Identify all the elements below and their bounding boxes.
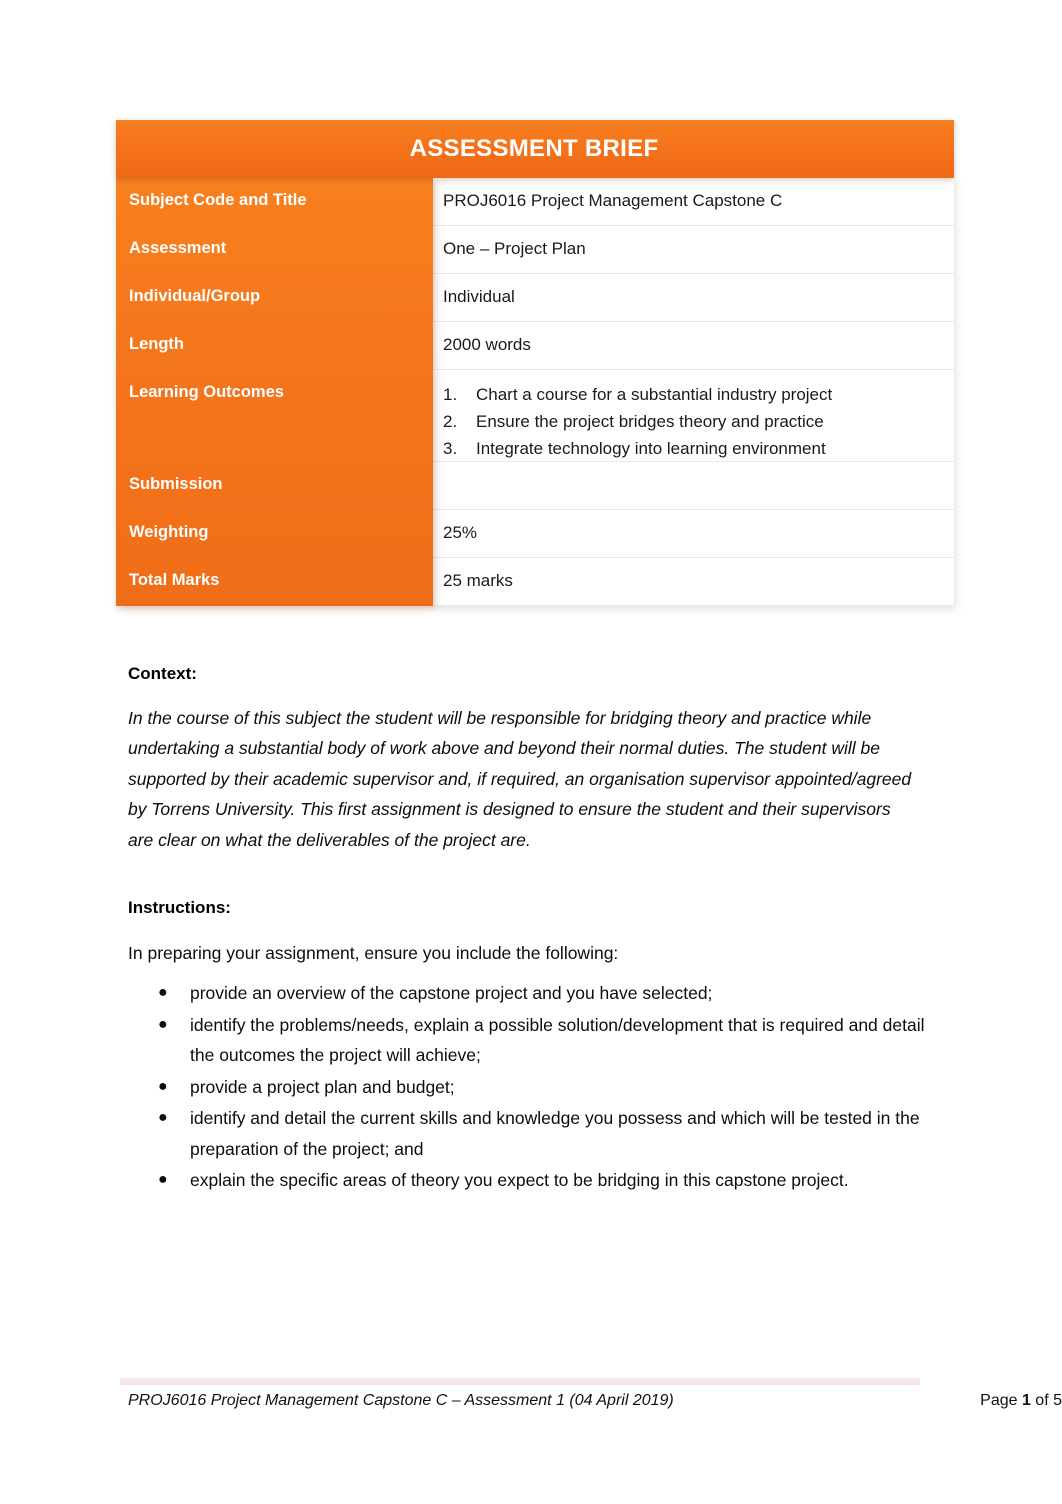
bullet-icon: ●	[158, 1171, 168, 1188]
bullet-icon: ●	[158, 1109, 168, 1126]
footer-page-prefix: Page	[980, 1392, 1022, 1409]
brief-row-label: Individual/Group	[129, 287, 261, 305]
brief-row-value: Individual	[433, 274, 954, 322]
footer-document-title: PROJ6016 Project Management Capstone C –…	[128, 1392, 674, 1409]
bullet-icon: ●	[158, 984, 168, 1001]
instructions-heading: Instructions:	[128, 898, 231, 917]
brief-value-column: PROJ6016 Project Management Capstone C On…	[433, 178, 954, 606]
brief-row-value: 2000 words	[433, 322, 954, 370]
context-paragraph: In the course of this subject the studen…	[128, 708, 912, 850]
footer-page-suffix: of 5	[1030, 1392, 1062, 1409]
learning-outcome-text: Integrate technology into learning envir…	[476, 438, 826, 458]
brief-row-label: Length	[129, 335, 184, 353]
brief-row-label: Assessment	[129, 239, 227, 257]
assessment-brief-header: ASSESSMENT BRIEF	[116, 120, 954, 178]
brief-row-value: One – Project Plan	[433, 226, 954, 274]
instructions-bullet-list: ● provide an overview of the capstone pro…	[128, 978, 928, 1196]
instruction-item-text: explain the specific areas of theory you…	[190, 1170, 849, 1190]
brief-row-value: 1. Chart a course for a substantial indus…	[433, 370, 954, 462]
learning-outcome-number: 1.	[443, 385, 458, 404]
brief-row-value: PROJ6016 Project Management Capstone C	[433, 178, 954, 226]
footer-page-indicator: Page 1 of 5	[980, 1392, 1062, 1410]
learning-outcome-item: 1. Chart a course for a substantial indus…	[443, 382, 944, 409]
brief-row-value: 25%	[433, 510, 954, 558]
assessment-brief-table: ASSESSMENT BRIEF Subject Code and Title A…	[116, 120, 954, 606]
brief-row-label: Submission	[129, 475, 223, 493]
context-heading-wrap: Context:	[128, 664, 918, 684]
footer-page-number: 1	[1021, 1392, 1031, 1409]
instruction-item: ● explain the specific areas of theory yo…	[128, 1165, 928, 1196]
footer-divider	[120, 1378, 920, 1385]
assessment-brief-title: ASSESSMENT BRIEF	[409, 135, 659, 162]
instruction-item: ● identify and detail the current skills …	[128, 1103, 928, 1164]
brief-label-column: Subject Code and Title Assessment Individu…	[116, 178, 433, 606]
instructions-list-wrap: ● provide an overview of the capstone pro…	[128, 978, 928, 1197]
brief-row-value	[433, 462, 954, 510]
context-paragraph-wrap: In the course of this subject the studen…	[128, 703, 920, 855]
brief-row-label: Weighting	[129, 523, 209, 541]
assessment-brief-body: Subject Code and Title Assessment Individu…	[116, 178, 954, 606]
instruction-item-text: provide an overview of the capstone proj…	[190, 983, 713, 1003]
instructions-intro-wrap: In preparing your assignment, ensure you…	[128, 938, 918, 968]
learning-outcomes-list: 1. Chart a course for a substantial indus…	[443, 382, 944, 463]
brief-row-label: Learning Outcomes	[129, 383, 284, 401]
brief-row-value: 25 marks	[433, 558, 954, 606]
brief-row-label: Total Marks	[129, 571, 220, 589]
instructions-intro: In preparing your assignment, ensure you…	[128, 943, 619, 963]
instruction-item-text: provide a project plan and budget;	[190, 1076, 455, 1097]
instruction-item: ● identify the problems/needs, explain a …	[128, 1010, 928, 1071]
instruction-item: ● provide an overview of the capstone pro…	[128, 978, 928, 1009]
bullet-icon: ●	[158, 1015, 168, 1033]
learning-outcome-item: 2. Ensure the project bridges theory and …	[443, 409, 944, 436]
instruction-item-text: identify and detail the current skills a…	[190, 1108, 920, 1159]
brief-row-label: Subject Code and Title	[129, 191, 307, 209]
learning-outcome-item: 3. Integrate technology into learning env…	[443, 436, 944, 463]
learning-outcome-number: 2.	[443, 411, 458, 431]
learning-outcome-text: Ensure the project bridges theory and pr…	[476, 411, 824, 431]
bullet-icon: ●	[158, 1077, 168, 1095]
learning-outcome-text: Chart a course for a substantial industr…	[476, 385, 833, 404]
learning-outcome-number: 3.	[443, 438, 458, 458]
context-heading: Context:	[128, 664, 197, 683]
instruction-item-text: identify the problems/needs, explain a p…	[190, 1014, 925, 1066]
document-page: ASSESSMENT BRIEF Subject Code and Title A…	[0, 0, 1062, 1504]
page-footer: PROJ6016 Project Management Capstone C –…	[128, 1392, 1062, 1410]
instructions-heading-wrap: Instructions:	[128, 898, 918, 918]
instruction-item: ● provide a project plan and budget;	[128, 1072, 928, 1103]
